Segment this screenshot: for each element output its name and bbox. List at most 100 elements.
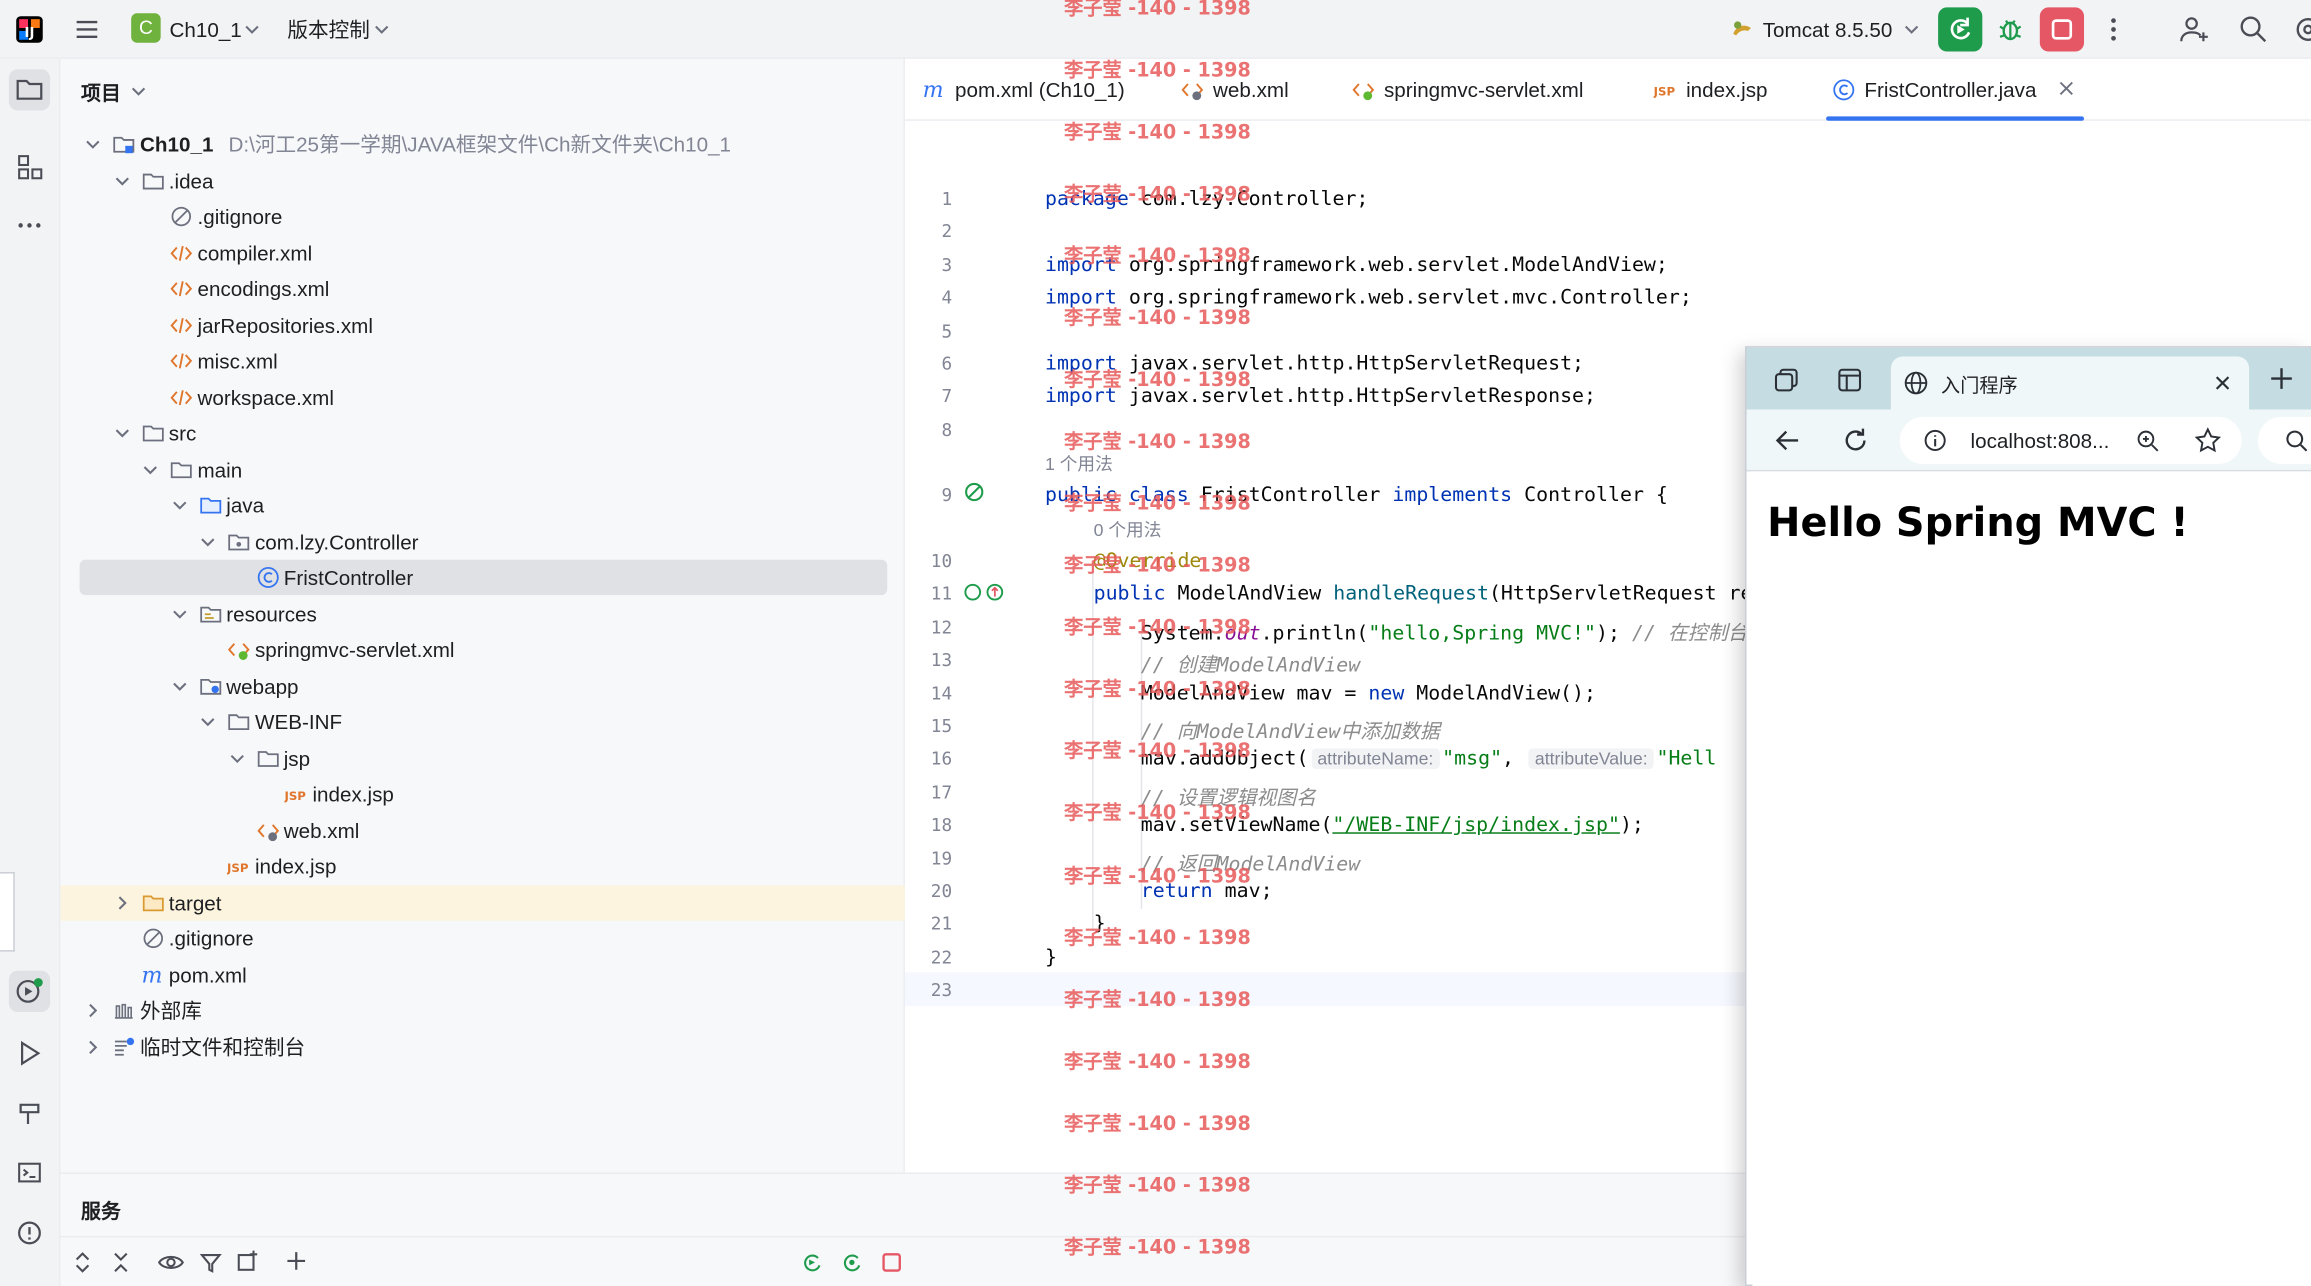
- tree-item[interactable]: .gitignore: [60, 921, 905, 956]
- tab-actions-icon[interactable]: [1836, 367, 1863, 394]
- chevron-down-icon[interactable]: [228, 740, 249, 775]
- tree-item[interactable]: compiler.xml: [60, 235, 905, 270]
- build-tool-icon[interactable]: [9, 1093, 50, 1134]
- stop-icon[interactable]: [880, 1251, 904, 1275]
- url-text[interactable]: localhost:808...: [1971, 429, 2110, 453]
- tree-item[interactable]: jarRepositories.xml: [60, 307, 905, 342]
- tree-item[interactable]: .idea: [60, 163, 905, 198]
- editor-tab[interactable]: FristController.java: [1826, 59, 2085, 121]
- close-tab-icon[interactable]: [2059, 81, 2074, 96]
- rerun-button[interactable]: [1938, 7, 1983, 52]
- chevron-down-icon[interactable]: [170, 488, 191, 523]
- run-config-selector[interactable]: Tomcat 8.5.50: [1763, 0, 1893, 59]
- tree-item[interactable]: .gitignore: [60, 199, 905, 234]
- chevron-right-icon[interactable]: [84, 993, 105, 1028]
- favorite-star-icon[interactable]: [2194, 427, 2222, 454]
- main-menu-icon[interactable]: [74, 16, 101, 43]
- chevron-down-icon[interactable]: [113, 163, 134, 198]
- add-icon[interactable]: [284, 1249, 308, 1273]
- settings-icon[interactable]: [2293, 15, 2311, 44]
- editor-tab[interactable]: springmvc-servlet.xml: [1352, 59, 1583, 121]
- code-line: public ModelAndView handleRequest(HttpSe…: [1093, 581, 1753, 606]
- tree-item[interactable]: main: [60, 451, 905, 486]
- tree-item[interactable]: com.lzy.Controller: [60, 524, 905, 559]
- more-tools-icon[interactable]: [9, 205, 50, 246]
- search-icon[interactable]: [2239, 15, 2268, 44]
- chevron-down-icon[interactable]: [113, 415, 134, 450]
- tree-item[interactable]: target: [60, 884, 905, 920]
- services-tool-icon[interactable]: [8, 970, 51, 1013]
- tree-item[interactable]: JSP index.jsp: [60, 776, 905, 811]
- vcs-menu[interactable]: 版本控制: [287, 0, 370, 59]
- tree-item-label: .gitignore: [197, 204, 283, 229]
- tree-item[interactable]: misc.xml: [60, 343, 905, 378]
- site-info-icon[interactable]: [1923, 429, 1947, 453]
- editor-tab[interactable]: JSP index.jsp: [1654, 59, 1768, 121]
- chevron-down-icon[interactable]: [170, 596, 191, 631]
- chevron-down-icon[interactable]: [199, 524, 220, 559]
- collapse-all-icon[interactable]: [111, 1251, 132, 1275]
- tree-item[interactable]: WEB-INF: [60, 704, 905, 739]
- problems-tool-icon[interactable]: [9, 1212, 50, 1253]
- zoom-icon[interactable]: [2136, 429, 2160, 453]
- tree-item[interactable]: springmvc-servlet.xml: [60, 632, 905, 667]
- refresh-icon[interactable]: [1841, 426, 1870, 455]
- chevron-down-icon[interactable]: [141, 451, 162, 486]
- tree-item[interactable]: jsp: [60, 740, 905, 775]
- chevron-right-icon[interactable]: [84, 1029, 105, 1064]
- run-tool-icon[interactable]: [9, 1033, 50, 1074]
- tree-item[interactable]: encodings.xml: [60, 271, 905, 306]
- project-panel-title[interactable]: 项目: [81, 77, 121, 106]
- usage-hint[interactable]: 1 个用法: [1045, 451, 1113, 476]
- new-group-icon[interactable]: [236, 1249, 260, 1273]
- chevron-down-icon[interactable]: [170, 668, 191, 703]
- tree-item[interactable]: src: [60, 415, 905, 450]
- project-selector[interactable]: Ch10_1: [169, 0, 241, 59]
- tree-item[interactable]: 外部库: [60, 993, 905, 1028]
- chevron-down-icon[interactable]: [199, 704, 220, 739]
- chevron-down-icon[interactable]: [131, 84, 146, 99]
- stop-button[interactable]: [2039, 7, 2085, 52]
- terminal-tool-icon[interactable]: [9, 1152, 50, 1193]
- redeploy-icon[interactable]: [840, 1251, 864, 1275]
- line-number: 3: [941, 254, 953, 276]
- more-actions-icon[interactable]: [2103, 15, 2124, 44]
- chevron-right-icon[interactable]: [113, 885, 134, 920]
- chevron-down-icon[interactable]: [84, 127, 105, 162]
- project-badge[interactable]: C: [131, 13, 161, 43]
- new-tab-icon[interactable]: [2268, 365, 2295, 392]
- tree-item[interactable]: resources: [60, 596, 905, 631]
- tree-item[interactable]: 临时文件和控制台: [60, 1029, 905, 1064]
- tree-item[interactable]: workspace.xml: [60, 379, 905, 414]
- git-tool-icon[interactable]: [9, 1262, 50, 1286]
- workspaces-icon[interactable]: [1773, 367, 1800, 394]
- close-tab-icon[interactable]: [2214, 374, 2232, 392]
- rerun-icon[interactable]: [800, 1251, 824, 1275]
- search-box[interactable]: [2257, 416, 2311, 465]
- back-icon[interactable]: [1775, 427, 1802, 454]
- implements-icon[interactable]: [964, 582, 1008, 603]
- address-bar[interactable]: localhost:808...: [1899, 416, 2242, 465]
- tree-item[interactable]: java: [60, 488, 905, 523]
- tree-item[interactable]: webapp: [60, 668, 905, 703]
- structure-tool-icon[interactable]: [9, 146, 50, 187]
- side-handle[interactable]: [0, 872, 15, 952]
- tree-item[interactable]: Ch10_1 D:\河工25第一学期\JAVA框架文件\Ch新文件夹\Ch10_1: [60, 127, 905, 162]
- bean-icon[interactable]: [964, 482, 985, 503]
- tree-item-label: jarRepositories.xml: [197, 313, 373, 337]
- project-tool-icon[interactable]: [8, 69, 51, 111]
- tree-item[interactable]: web.xml: [60, 812, 905, 847]
- add-user-icon[interactable]: [2178, 15, 2210, 44]
- expand-all-icon[interactable]: [72, 1251, 93, 1275]
- eye-icon[interactable]: [157, 1252, 185, 1273]
- watermark-text: 李子莹 -140 - 1398: [1064, 431, 1251, 454]
- tree-item[interactable]: JSP index.jsp: [60, 848, 905, 883]
- tree-item[interactable]: m pom.xml: [60, 957, 905, 992]
- usage-hint[interactable]: 0 个用法: [1094, 517, 1162, 542]
- project-tree: Ch10_1 D:\河工25第一学期\JAVA框架文件\Ch新文件夹\Ch10_1…: [60, 127, 905, 1129]
- filter-icon[interactable]: [199, 1251, 223, 1275]
- debug-icon[interactable]: [1996, 15, 2025, 44]
- browser-tab-active[interactable]: 入门程序: [1890, 356, 2250, 410]
- tree-item[interactable]: FristController: [79, 559, 888, 596]
- intellij-logo-icon[interactable]: IJ: [15, 15, 44, 44]
